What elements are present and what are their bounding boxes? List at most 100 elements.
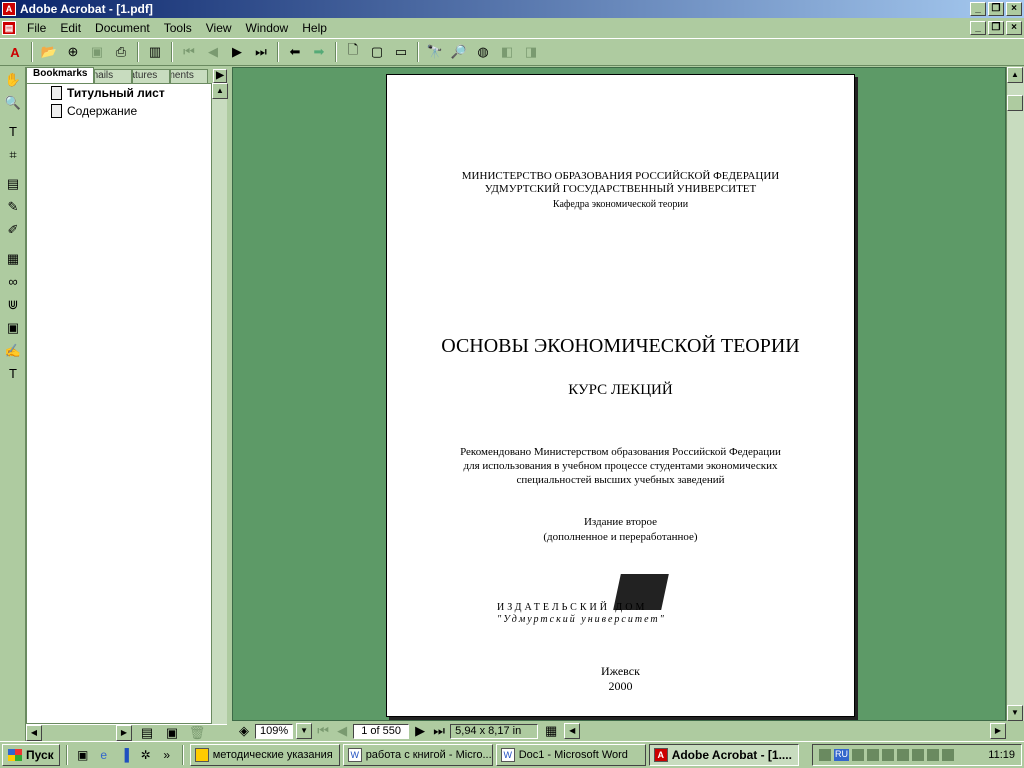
menu-window[interactable]: Window: [239, 21, 296, 35]
highlight-tool-icon[interactable]: ✐: [2, 219, 24, 240]
search-next-icon[interactable]: ◨: [520, 41, 542, 63]
fit-page-icon[interactable]: ▢: [366, 41, 388, 63]
tab-signatures[interactable]: Signatures: [132, 69, 171, 83]
menu-help[interactable]: Help: [295, 21, 334, 35]
page-layout-icon[interactable]: ◈: [236, 720, 252, 742]
first-page-icon[interactable]: ⏮: [315, 720, 331, 742]
fit-width-icon[interactable]: ▭: [390, 41, 412, 63]
tab-thumbnails[interactable]: Thumbnails: [94, 69, 133, 83]
tray-icon[interactable]: [927, 749, 939, 761]
bookmark-item[interactable]: Содержание: [27, 102, 211, 120]
actual-size-icon[interactable]: 🗋: [342, 41, 364, 63]
scroll-left-button[interactable]: ◀: [564, 723, 581, 739]
menu-document[interactable]: Document: [88, 21, 157, 35]
pencil-tool-icon[interactable]: ✎: [2, 196, 24, 217]
document-area[interactable]: МИНИСТЕРСТВО ОБРАЗОВАНИЯ РОССИЙСКОЙ ФЕДЕ…: [232, 67, 1006, 721]
clock[interactable]: 11:19: [988, 749, 1015, 761]
search-previous-icon[interactable]: ◧: [496, 41, 518, 63]
minimize-button[interactable]: _: [970, 2, 986, 16]
touchup-text-tool-icon[interactable]: T: [2, 363, 24, 384]
doc-close-button[interactable]: ×: [1006, 21, 1022, 35]
tray-icon[interactable]: [912, 749, 924, 761]
zoom-tool-icon[interactable]: 🔍: [2, 92, 24, 113]
last-page-icon[interactable]: ⏭: [431, 720, 447, 742]
menu-view[interactable]: View: [199, 21, 239, 35]
tray-icon[interactable]: [867, 749, 879, 761]
note-tool-icon[interactable]: ▤: [2, 173, 24, 194]
bookmark-page-icon: [51, 104, 62, 118]
go-back-icon[interactable]: ⬅: [284, 41, 306, 63]
show-desktop-icon[interactable]: ▣: [74, 746, 92, 764]
scroll-up-button[interactable]: ▲: [212, 83, 228, 99]
acrobat-logo-icon: A: [10, 44, 20, 60]
close-button[interactable]: ×: [1006, 2, 1022, 16]
next-page-icon[interactable]: ▶: [226, 41, 248, 63]
page-layout-menu-icon[interactable]: ▦: [541, 720, 561, 742]
link-tool-icon[interactable]: ∞: [2, 271, 24, 292]
tray-icon[interactable]: [852, 749, 864, 761]
open-icon[interactable]: 📂: [38, 41, 60, 63]
movie-tool-icon[interactable]: ▦: [2, 248, 24, 269]
save-icon[interactable]: ▣: [86, 41, 108, 63]
web-capture-icon[interactable]: ◍: [472, 41, 494, 63]
language-indicator[interactable]: RU: [834, 749, 849, 761]
volume-icon[interactable]: [942, 749, 954, 761]
tray-icon[interactable]: [897, 749, 909, 761]
first-page-icon[interactable]: ⏮: [178, 41, 200, 63]
vertical-scrollbar[interactable]: ▲ ▼: [1006, 67, 1024, 721]
start-button[interactable]: Пуск: [2, 744, 60, 766]
crop-tool-icon[interactable]: ⌗: [2, 144, 24, 165]
pdf-page: МИНИСТЕРСТВО ОБРАЗОВАНИЯ РОССИЙСКОЙ ФЕДЕ…: [386, 74, 855, 717]
bookmark-item[interactable]: Титульный лист: [27, 84, 211, 102]
scroll-up-button[interactable]: ▲: [1007, 67, 1023, 83]
document-icon[interactable]: ▤: [2, 21, 16, 35]
signature-tool-icon[interactable]: ✍: [2, 340, 24, 361]
scroll-thumb[interactable]: [1007, 95, 1023, 111]
navpane-menu-button[interactable]: ▶: [213, 69, 227, 83]
show-navpane-icon[interactable]: ▥: [144, 41, 166, 63]
search-icon[interactable]: 🔎: [448, 41, 470, 63]
tray-icon[interactable]: [882, 749, 894, 761]
tray-icon[interactable]: [819, 749, 831, 761]
task-word-book[interactable]: Wработа с книгой - Micro...: [342, 744, 493, 766]
print-icon[interactable]: ⎙: [110, 41, 132, 63]
article-tool-icon[interactable]: ⋓: [2, 294, 24, 315]
word-icon[interactable]: ▐: [116, 746, 134, 764]
bug-icon[interactable]: ✲: [137, 746, 155, 764]
form-tool-icon[interactable]: ▣: [2, 317, 24, 338]
tab-bookmarks[interactable]: Bookmarks: [26, 67, 95, 83]
go-forward-icon[interactable]: ➡: [308, 41, 330, 63]
text-select-tool-icon[interactable]: T: [2, 121, 24, 142]
task-acrobat[interactable]: A Adobe Acrobat - [1....: [648, 744, 799, 766]
scroll-left-button[interactable]: ◀: [26, 725, 42, 741]
zoom-dropdown-icon[interactable]: ▼: [296, 723, 313, 739]
task-word-doc1[interactable]: W Doc1 - Microsoft Word: [495, 744, 646, 766]
last-page-icon[interactable]: ⏭: [250, 41, 272, 63]
tab-comments[interactable]: Comments: [170, 69, 209, 83]
acrobat-app-icon[interactable]: A: [2, 2, 16, 16]
next-page-icon[interactable]: ▶: [412, 720, 428, 742]
hand-tool-icon[interactable]: ✋: [2, 69, 24, 90]
open-web-icon[interactable]: ⊕: [62, 41, 84, 63]
scroll-down-button[interactable]: ▼: [1007, 705, 1023, 721]
menu-bar: ▤ File Edit Document Tools View Window H…: [0, 18, 1024, 38]
internet-explorer-icon[interactable]: e: [95, 746, 113, 764]
page-number-field[interactable]: 1 of 550: [353, 723, 410, 739]
restore-button[interactable]: ❐: [988, 2, 1004, 16]
doc-minimize-button[interactable]: _: [970, 21, 986, 35]
previous-page-icon[interactable]: ◀: [334, 720, 350, 742]
menu-tools[interactable]: Tools: [157, 21, 199, 35]
task-folder[interactable]: методические указания: [189, 744, 340, 766]
zoom-field[interactable]: 109%: [255, 723, 294, 739]
recommendation-line: специальностей высших учебных заведений: [516, 474, 725, 486]
more-quicklaunch-icon[interactable]: »: [158, 746, 176, 764]
menu-edit[interactable]: Edit: [53, 21, 88, 35]
previous-page-icon[interactable]: ◀: [202, 41, 224, 63]
menu-file[interactable]: File: [20, 21, 53, 35]
doc-restore-button[interactable]: ❐: [988, 21, 1004, 35]
scroll-right-button[interactable]: ▶: [990, 723, 1006, 739]
scroll-right-button[interactable]: ▶: [116, 725, 132, 741]
find-icon[interactable]: 🔭: [424, 41, 446, 63]
bookmark-scrollbar[interactable]: ▲: [212, 83, 228, 724]
city: Ижевск: [601, 664, 640, 678]
